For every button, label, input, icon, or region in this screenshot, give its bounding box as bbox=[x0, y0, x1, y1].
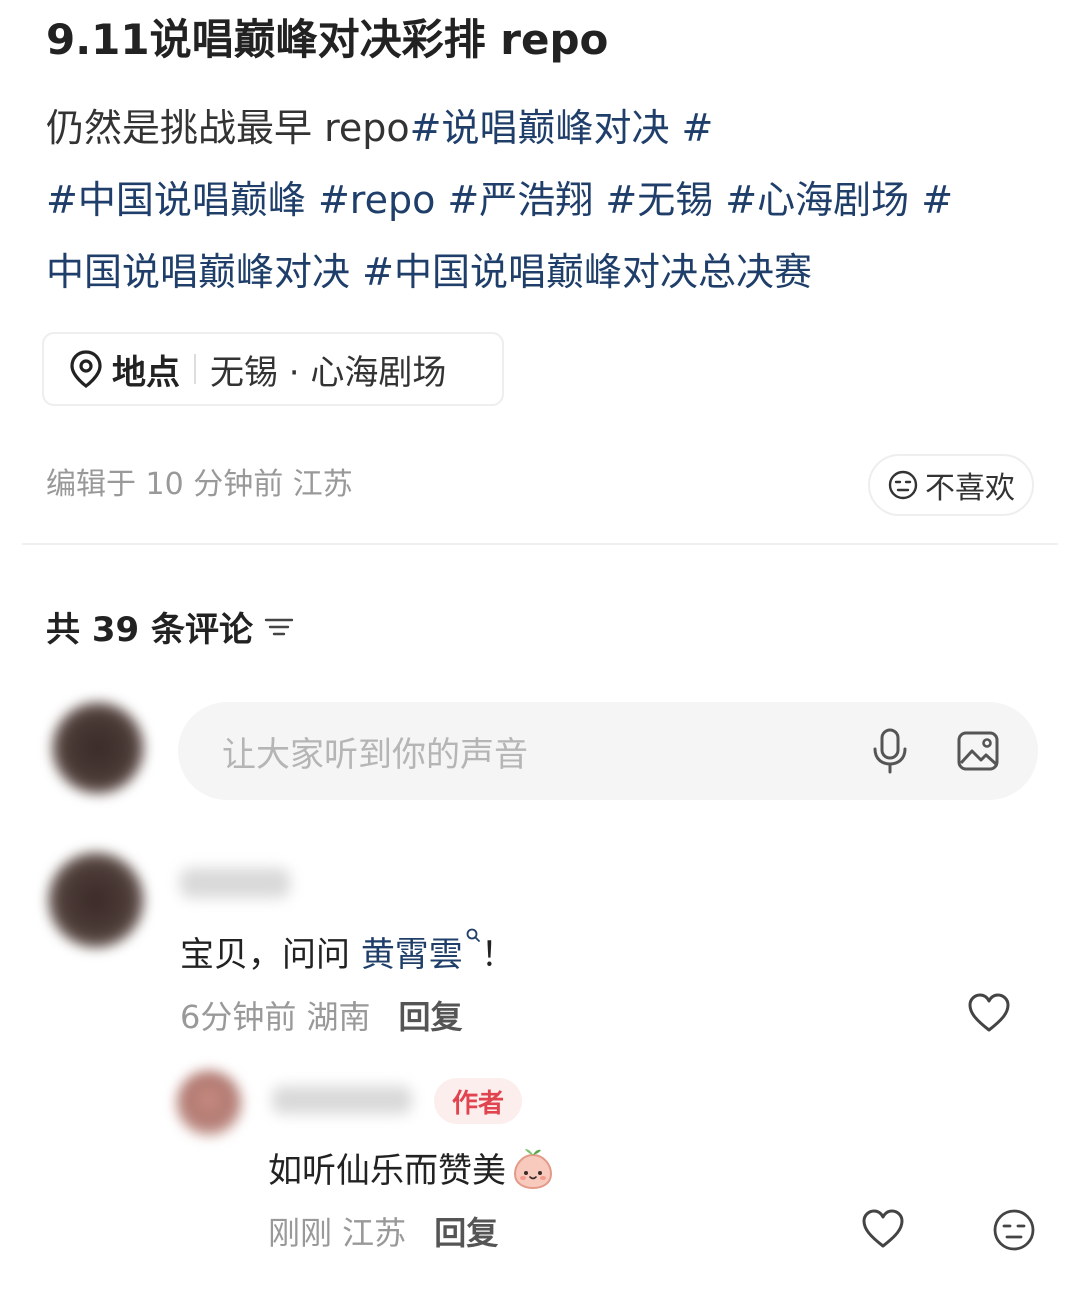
hashtag[interactable]: #中国说唱巅峰对决总决赛 bbox=[362, 250, 812, 294]
edited-meta: 编辑于 10 分钟前 江苏 bbox=[46, 467, 353, 502]
neutral-face-icon bbox=[887, 469, 919, 501]
current-user-avatar bbox=[52, 702, 144, 794]
commenter-name[interactable] bbox=[180, 868, 290, 898]
comment-input-placeholder: 让大家听到你的声音 bbox=[222, 734, 528, 775]
location-pin-icon bbox=[68, 349, 104, 389]
image-icon[interactable] bbox=[954, 728, 1002, 774]
hashtag[interactable]: #心海剧场 # bbox=[725, 178, 953, 222]
comments-count: 共 39 条评论 bbox=[46, 610, 253, 650]
comments-header: 共 39 条评论 bbox=[46, 602, 295, 651]
hashtag[interactable]: #严浩翔 bbox=[447, 178, 593, 222]
location-separator bbox=[194, 354, 196, 384]
sort-icon[interactable] bbox=[263, 613, 295, 641]
dislike-label: 不喜欢 bbox=[925, 471, 1015, 506]
peach-emoji-icon bbox=[510, 1145, 556, 1191]
post-title: 9.11说唱巅峰对决彩排 repo bbox=[46, 15, 609, 64]
hashtag[interactable]: 中国说唱巅峰对决 bbox=[46, 250, 350, 294]
reply-button[interactable]: 回复 bbox=[434, 1208, 498, 1254]
hashtag[interactable]: #repo bbox=[318, 178, 435, 222]
search-icon bbox=[466, 928, 480, 942]
hashtag[interactable]: #中国说唱巅峰 bbox=[46, 178, 306, 222]
section-divider bbox=[22, 543, 1058, 545]
commenter-avatar[interactable] bbox=[48, 852, 144, 948]
reply-text: 如听仙乐而赞美 bbox=[268, 1143, 556, 1192]
dislike-button[interactable]: 不喜欢 bbox=[868, 454, 1034, 516]
comment-time: 6分钟前 湖南 bbox=[180, 998, 371, 1036]
reply-button[interactable]: 回复 bbox=[399, 992, 463, 1038]
hashtag[interactable]: #说唱巅峰对决 # bbox=[410, 106, 714, 150]
location-label: 地点 bbox=[112, 352, 180, 393]
author-avatar[interactable] bbox=[176, 1070, 242, 1136]
comment-meta: 6分钟前 湖南 回复 bbox=[180, 992, 463, 1038]
location-value: 无锡 · 心海剧场 bbox=[210, 352, 447, 393]
comment-text: 宝贝，问问 黄霄雲！ bbox=[180, 927, 515, 976]
description-text: 仍然是挑战最早 repo bbox=[46, 106, 410, 150]
hashtag[interactable]: #无锡 bbox=[605, 178, 713, 222]
post-description: 仍然是挑战最早 repo#说唱巅峰对决 # #中国说唱巅峰 #repo #严浩翔… bbox=[46, 92, 1046, 308]
location-chip[interactable]: 地点 无锡 · 心海剧场 bbox=[42, 332, 504, 406]
mention-link[interactable]: 黄霄雲 bbox=[361, 928, 481, 975]
author-name[interactable] bbox=[272, 1086, 412, 1114]
heart-icon[interactable] bbox=[964, 990, 1014, 1036]
reply-time: 刚刚 江苏 bbox=[268, 1214, 407, 1252]
microphone-icon[interactable] bbox=[866, 725, 914, 777]
heart-icon[interactable] bbox=[858, 1206, 908, 1252]
neutral-face-icon[interactable] bbox=[990, 1206, 1038, 1254]
author-badge: 作者 bbox=[434, 1078, 522, 1124]
reply-meta: 刚刚 江苏 回复 bbox=[268, 1208, 498, 1254]
